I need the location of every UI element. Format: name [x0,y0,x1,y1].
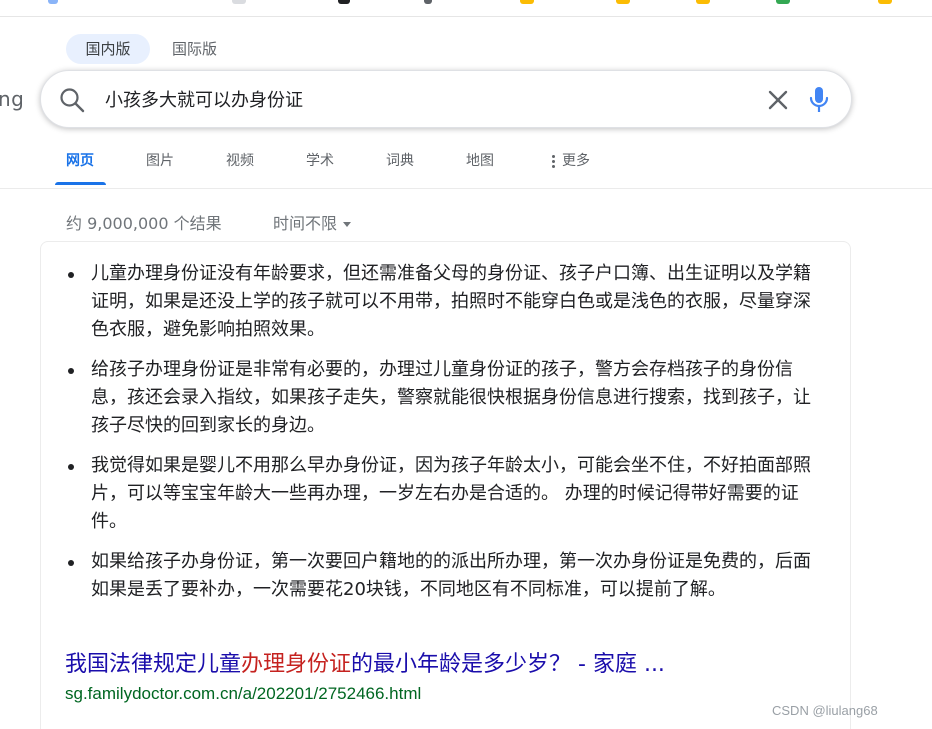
answer-list: 儿童办理身份证没有年龄要求，但还需准备父母的身份证、孩子户口簿、出生证明以及学籍… [41,260,852,616]
bookmark-fragment[interactable] [696,0,710,4]
search-divider [799,85,800,113]
bookmark-fragment[interactable] [232,0,246,4]
bookmark-fragment[interactable] [776,0,790,4]
logo-fragment[interactable]: ng [0,87,24,111]
list-item: 给孩子办理身份证是非常有必要的，办理过儿童身份证的孩子，警方会存档孩子的身份信息… [41,356,852,440]
search-results-page: 国内版 国际版 ng 网页 图片 视频 学术 词典 地图 更多 [0,0,932,729]
search-input[interactable] [105,84,745,114]
list-item: 如果给孩子办身份证，第一次要回户籍地的的派出所办理，第一次办身份证是免费的，后面… [41,548,852,604]
tab-web[interactable]: 网页 [66,150,94,170]
list-item: 我觉得如果是婴儿不用那么早办身份证，因为孩子年龄太小，可能会坐不住，不好拍面部照… [41,452,852,536]
bullet-icon [68,560,74,566]
list-item-text: 我觉得如果是婴儿不用那么早办身份证，因为孩子年龄太小，可能会坐不住，不好拍面部照… [91,455,811,532]
active-tab-indicator [55,182,106,185]
result-stats: 约 9,000,000 个结果 [66,214,222,233]
tab-maps[interactable]: 地图 [466,150,494,170]
list-item-text: 给孩子办理身份证是非常有必要的，办理过儿童身份证的孩子，警方会存档孩子的身份信息… [91,359,811,436]
tab-domestic[interactable]: 国内版 [66,34,150,64]
close-icon[interactable] [767,89,789,111]
result-title-highlight: 办理身份证 [241,652,352,677]
tab-academic[interactable]: 学术 [306,150,334,170]
list-item-text: 如果给孩子办身份证，第一次要回户籍地的的派出所办理，第一次办身份证是免费的，后面… [91,551,811,600]
more-vert-icon [552,153,556,170]
bookmarks-bar [0,0,932,17]
tab-more[interactable]: 更多 [552,150,590,170]
bullet-icon [68,368,74,374]
bookmark-fragment[interactable] [878,0,892,4]
result-title-link[interactable]: 我国法律规定儿童办理身份证的最小年龄是多少岁？ - 家庭 ... [65,650,665,680]
bookmark-fragment[interactable] [520,0,534,4]
result-title-part: 的最小年龄是多少岁？ - 家庭 ... [351,652,665,677]
search-box[interactable] [40,70,852,128]
bookmark-fragment[interactable] [424,0,432,4]
list-item-text: 儿童办理身份证没有年龄要求，但还需准备父母的身份证、孩子户口簿、出生证明以及学籍… [91,263,811,340]
watermark: CSDN @liulang68 [772,703,878,718]
featured-answer-card: 儿童办理身份证没有年龄要求，但还需准备父母的身份证、孩子户口簿、出生证明以及学籍… [40,241,851,729]
bookmark-fragment[interactable] [338,0,350,4]
list-item: 儿童办理身份证没有年龄要求，但还需准备父母的身份证、孩子户口簿、出生证明以及学籍… [41,260,852,344]
tab-more-label: 更多 [562,153,590,169]
tab-images[interactable]: 图片 [146,150,174,170]
result-url[interactable]: sg.familydoctor.com.cn/a/202201/2752466.… [65,684,421,704]
microphone-icon[interactable] [807,85,831,115]
search-nav: 网页 图片 视频 学术 词典 地图 更多 [0,140,932,189]
time-filter-dropdown[interactable]: 时间不限 [273,210,352,234]
caret-down-icon [343,222,352,227]
bullet-icon [68,464,74,470]
tab-videos[interactable]: 视频 [226,150,254,170]
bookmark-fragment[interactable] [616,0,630,4]
bullet-icon [68,272,74,278]
tab-dictionary[interactable]: 词典 [386,150,414,170]
search-icon[interactable] [59,87,85,113]
tab-international[interactable]: 国际版 [172,34,217,64]
bookmark-fragment[interactable] [48,0,58,4]
time-filter-label: 时间不限 [273,214,338,233]
result-title-part: 我国法律规定儿童 [65,652,242,677]
